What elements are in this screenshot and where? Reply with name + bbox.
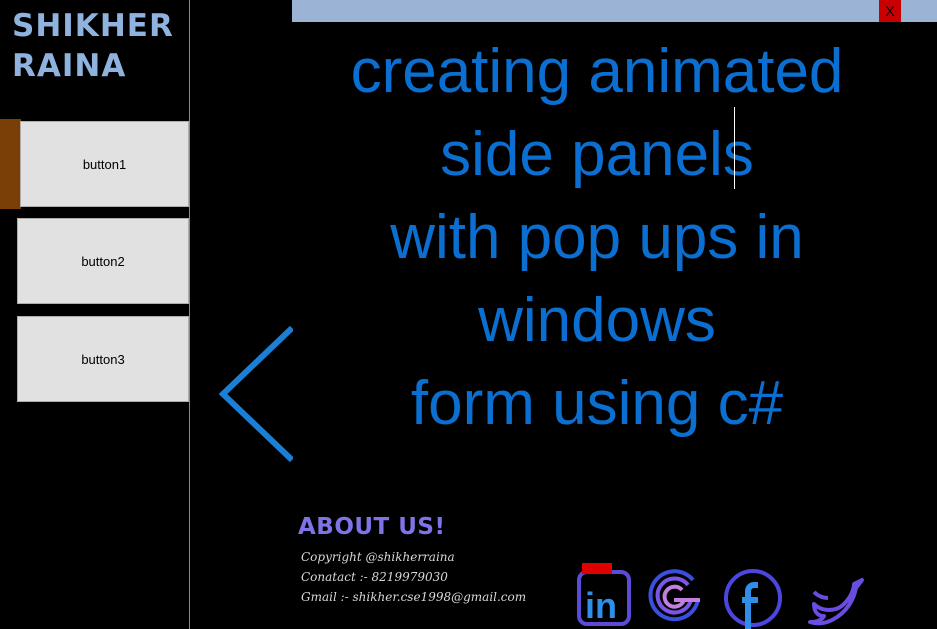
- title-bar: X: [292, 0, 937, 22]
- headline-textbox[interactable]: creating animated side panels with pop u…: [292, 30, 902, 445]
- headline-line-1: creating animated: [350, 37, 844, 106]
- facebook-icon[interactable]: [722, 567, 784, 629]
- about-contact: Conatact :- 8219979030: [301, 570, 448, 584]
- close-button[interactable]: X: [879, 0, 901, 22]
- button3[interactable]: button3: [17, 316, 189, 402]
- brand-line-2: RAINA: [12, 48, 127, 84]
- headline-line-5: form using c#: [410, 369, 784, 438]
- brand-line-1: SHIKHER: [12, 8, 174, 44]
- headline-line-4: windows: [478, 286, 716, 355]
- about-copyright: Copyright @shikherraina: [301, 550, 455, 564]
- chevron-left-icon[interactable]: [215, 322, 293, 464]
- headline-line-2: side panels: [440, 120, 754, 189]
- active-button-indicator: [0, 119, 21, 209]
- button1[interactable]: button1: [20, 121, 189, 207]
- button2[interactable]: button2: [17, 218, 189, 304]
- google-icon[interactable]: [648, 568, 704, 626]
- twitter-icon[interactable]: [808, 574, 866, 629]
- about-gmail: Gmail :- shikher.cse1998@gmail.com: [301, 590, 527, 604]
- brand-title: SHIKHER RAINA: [12, 6, 174, 86]
- about-title: ABOUT US!: [298, 514, 446, 540]
- headline-line-3: with pop ups in: [390, 203, 804, 272]
- text-caret: [734, 107, 735, 189]
- linkedin-icon[interactable]: in: [576, 562, 634, 626]
- side-panel: SHIKHER RAINA button1 button2 button3: [0, 0, 190, 629]
- linkedin-text: in: [585, 585, 617, 626]
